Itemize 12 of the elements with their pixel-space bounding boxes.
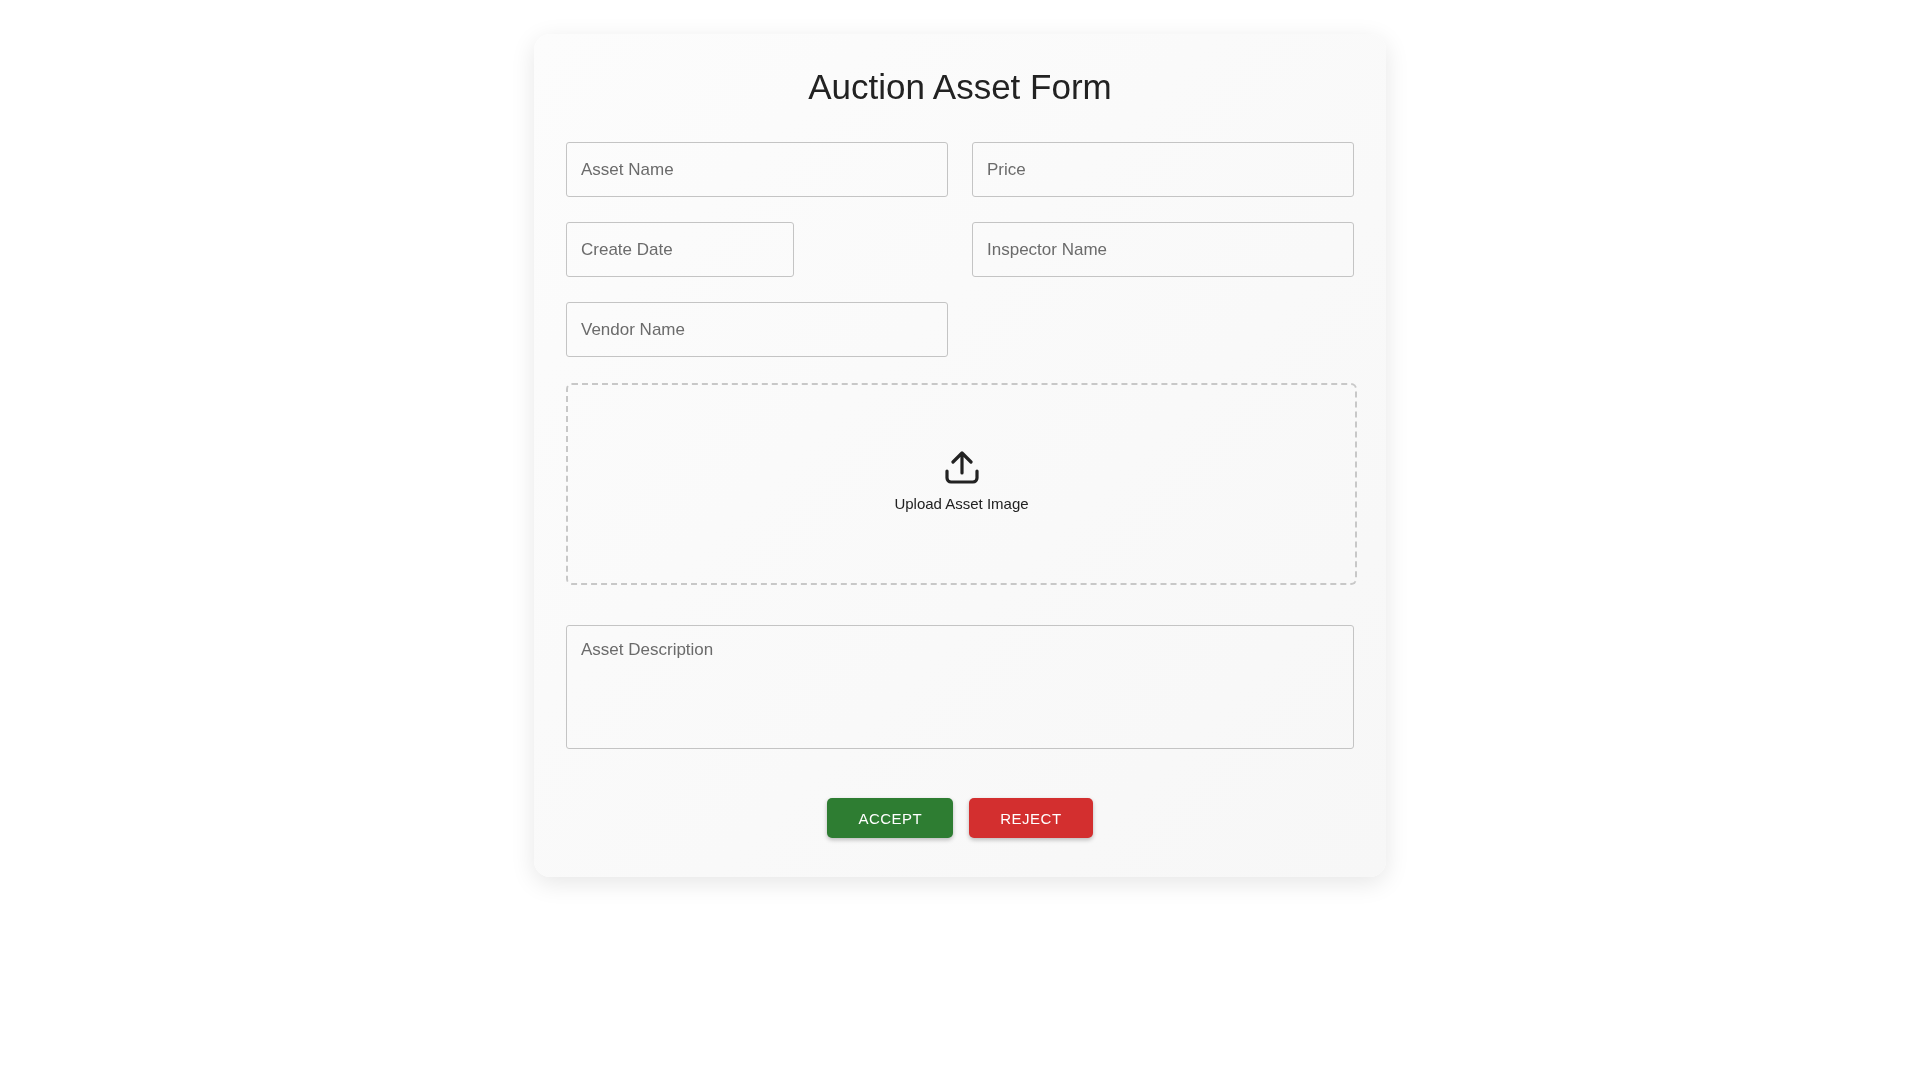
- date-field[interactable]: Create Date: [566, 222, 794, 277]
- input-field[interactable]: Vendor Name: [566, 302, 948, 357]
- input-field[interactable]: Asset Name: [566, 142, 948, 197]
- reject-button[interactable]: REJECT: [969, 798, 1093, 838]
- description-field[interactable]: Asset Description: [566, 625, 1354, 749]
- input-field[interactable]: Price: [972, 142, 1354, 197]
- upload-icon: [943, 450, 980, 485]
- upload-label: Upload Asset Image: [894, 494, 1029, 512]
- upload-dropzone[interactable]: Upload Asset Image: [566, 383, 1357, 585]
- accept-button[interactable]: ACCEPT: [827, 798, 954, 838]
- form-title: Auction Asset Form: [807, 66, 1113, 108]
- input-field[interactable]: Inspector Name: [972, 222, 1354, 277]
